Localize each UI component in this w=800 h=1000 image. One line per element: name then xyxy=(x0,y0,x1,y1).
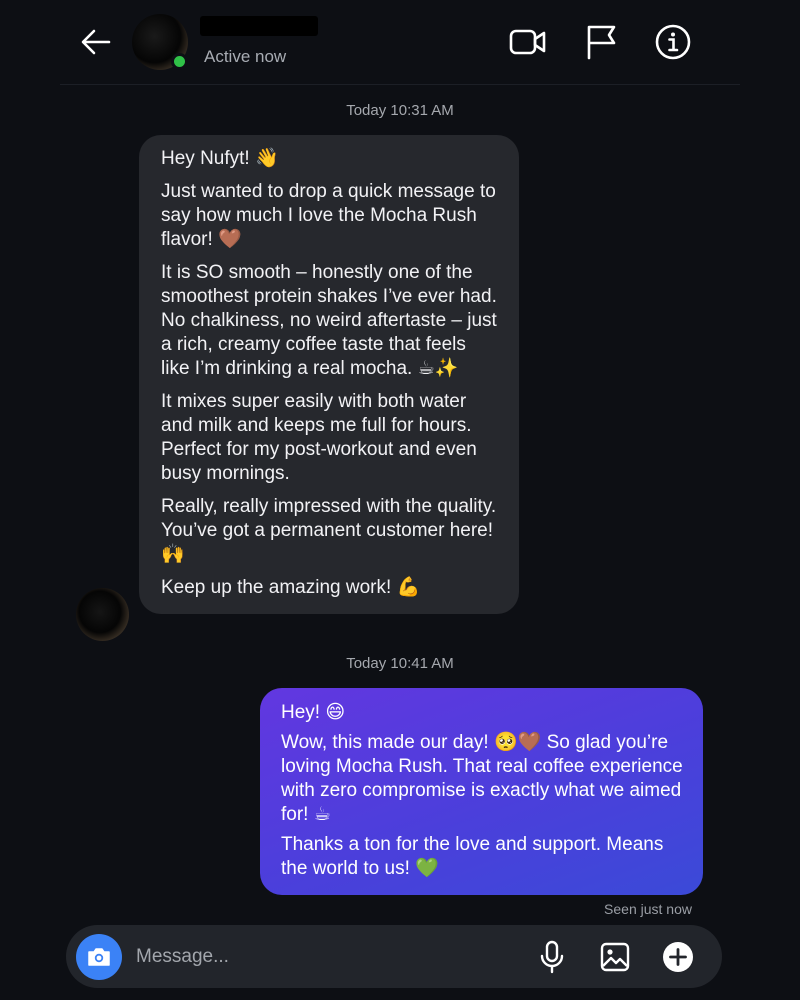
message-paragraph: Keep up the amazing work! 💪 xyxy=(161,577,421,598)
message-paragraph: Really, really impressed with the qualit… xyxy=(161,496,497,565)
message-timestamp: Today 10:41 AM xyxy=(346,655,454,672)
back-button[interactable] xyxy=(78,24,114,60)
info-icon xyxy=(655,24,691,60)
header-divider xyxy=(60,84,740,85)
camera-button[interactable] xyxy=(76,934,122,980)
conversation-header: ████████ Active now xyxy=(0,0,800,85)
back-arrow-icon xyxy=(81,29,111,55)
sender-avatar[interactable] xyxy=(76,588,129,641)
incoming-message-bubble[interactable]: Hey Nufyt! 👋 Just wanted to drop a quick… xyxy=(139,135,519,614)
dm-conversation-screen: ████████ Active now Today 10:31 AM Hey N… xyxy=(0,0,800,1000)
active-status: Active now xyxy=(204,47,287,66)
video-call-button[interactable] xyxy=(509,23,547,61)
online-indicator xyxy=(171,53,188,70)
message-paragraph: Thanks a ton for the love and support. M… xyxy=(281,834,664,879)
contact-name-redacted[interactable]: ████████ xyxy=(200,16,318,36)
message-paragraph: Hey Nufyt! 👋 xyxy=(161,148,279,169)
voice-message-button[interactable] xyxy=(535,940,569,974)
flag-icon xyxy=(587,25,616,60)
message-paragraph: Hey! 😄 xyxy=(281,702,346,723)
camera-icon xyxy=(88,948,110,966)
message-paragraph: Wow, this made our day! 🥺🤎 So glad you’r… xyxy=(281,732,683,825)
seen-status: Seen just now xyxy=(604,901,692,917)
message-timestamp: Today 10:31 AM xyxy=(346,102,454,119)
conversation-info-button[interactable] xyxy=(654,23,692,61)
more-options-button[interactable] xyxy=(661,940,695,974)
message-paragraph: It mixes super easily with both water an… xyxy=(161,391,477,484)
outgoing-message-bubble[interactable]: Hey! 😄 Wow, this made our day! 🥺🤎 So gla… xyxy=(260,688,703,895)
message-paragraph: It is SO smooth – honestly one of the sm… xyxy=(161,262,497,379)
gallery-button[interactable] xyxy=(598,940,632,974)
video-call-icon xyxy=(509,29,546,55)
report-flag-button[interactable] xyxy=(582,23,620,61)
message-paragraph: Just wanted to drop a quick message to s… xyxy=(161,181,496,250)
microphone-icon xyxy=(540,940,564,974)
plus-icon xyxy=(663,942,693,972)
gallery-icon xyxy=(600,942,630,972)
message-input[interactable] xyxy=(136,940,516,974)
message-composer xyxy=(66,925,722,988)
